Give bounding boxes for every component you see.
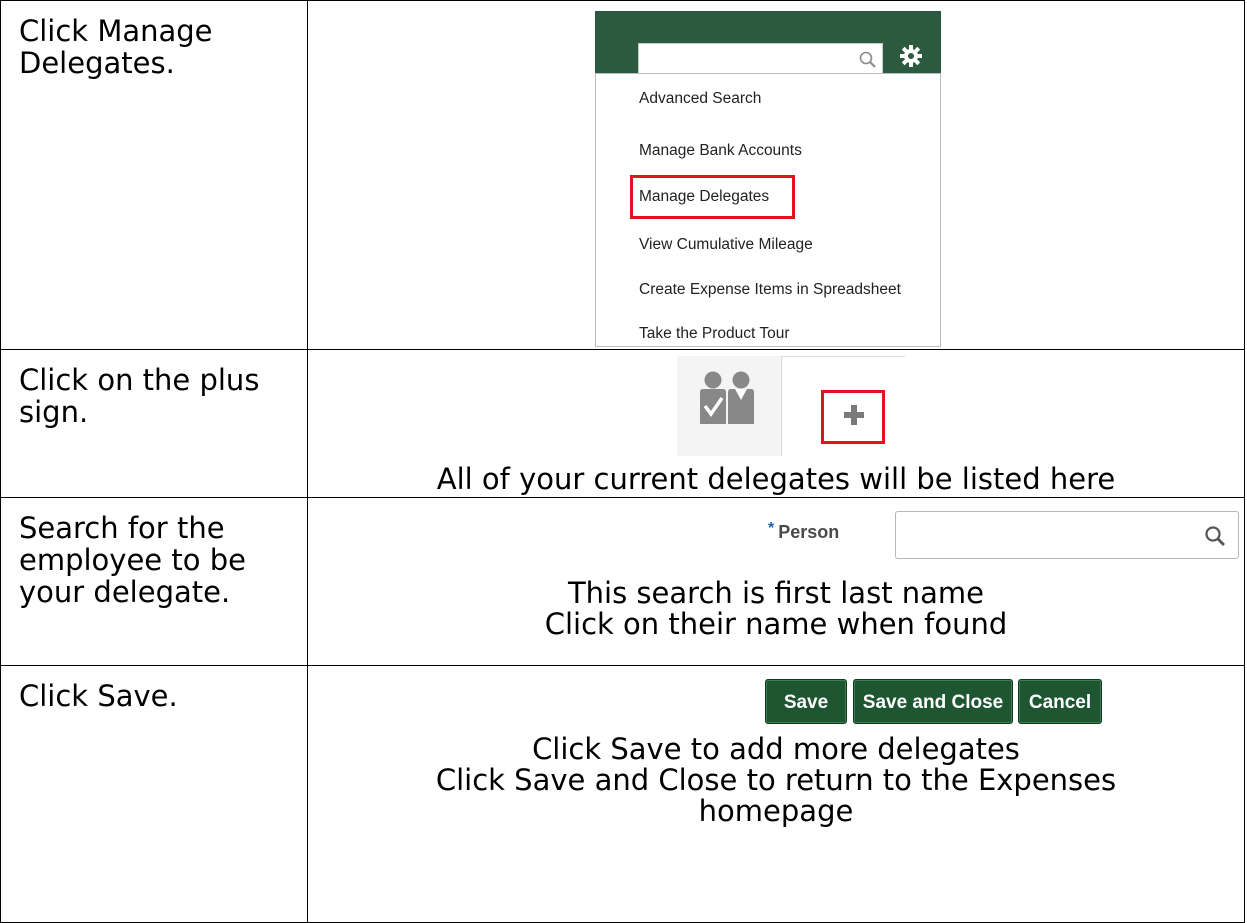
header-search-input[interactable]	[638, 43, 883, 77]
menu-item-advanced-search[interactable]: Advanced Search	[639, 90, 761, 108]
search-icon[interactable]	[1204, 525, 1226, 547]
step-row-4: Click Save. Save Save and Close Cancel C…	[0, 665, 1245, 923]
menu-item-create-expense-items[interactable]: Create Expense Items in Spreadsheet	[639, 281, 901, 299]
person-label-text: Person	[778, 522, 840, 542]
search-icon[interactable]	[858, 50, 878, 70]
menu-item-manage-bank-accounts[interactable]: Manage Bank Accounts	[639, 142, 802, 160]
settings-menu-screenshot: Advanced Search Manage Bank Accounts Man…	[595, 11, 941, 347]
step-2-caption: All of your current delegates will be li…	[436, 462, 1116, 496]
step-4-caption-line-3: homepage	[698, 794, 854, 828]
step-3-caption-line-2: Click on their name when found	[544, 607, 1008, 641]
delegates-people-icon	[700, 371, 754, 424]
add-delegate-button[interactable]	[821, 390, 885, 444]
step-1-visual: Advanced Search Manage Bank Accounts Man…	[307, 0, 1245, 350]
person-search-input[interactable]	[895, 511, 1239, 559]
instructions-table: Click Manage Delegates. Advanced Search …	[0, 0, 1245, 923]
delegates-card	[677, 356, 782, 456]
step-2-visual: All of your current delegates will be li…	[307, 349, 1245, 498]
step-2-instruction: Click on the plus sign.	[0, 349, 308, 498]
step-1-instruction: Click Manage Delegates.	[0, 0, 308, 350]
required-marker: *	[768, 520, 775, 537]
step-row-3: Search for the employee to be your deleg…	[0, 497, 1245, 666]
step-4-visual: Save Save and Close Cancel Click Save to…	[307, 665, 1245, 923]
step-4-caption-line-1: Click Save to add more delegates	[532, 732, 1020, 766]
step-row-2: Click on the plus sign. All of your curr…	[0, 349, 1245, 498]
step-3-visual: * Person This search is first last name C…	[307, 497, 1245, 666]
delegates-card-divider	[781, 356, 905, 357]
person-field-label: * Person	[768, 520, 840, 543]
save-button[interactable]: Save	[765, 679, 847, 724]
step-3-instruction: Search for the employee to be your deleg…	[0, 497, 308, 666]
step-3-caption-line-1: This search is first last name	[567, 576, 985, 610]
step-4-caption-line-2: Click Save and Close to return to the Ex…	[435, 763, 1117, 797]
menu-item-view-cumulative-mileage[interactable]: View Cumulative Mileage	[639, 236, 813, 254]
cancel-button[interactable]: Cancel	[1018, 679, 1102, 724]
settings-dropdown-menu: Advanced Search Manage Bank Accounts Man…	[595, 73, 941, 347]
save-and-close-button[interactable]: Save and Close	[853, 679, 1013, 724]
gear-icon[interactable]	[899, 44, 923, 68]
step-4-instruction: Click Save.	[0, 665, 308, 923]
step-row-1: Click Manage Delegates. Advanced Search …	[0, 0, 1245, 350]
highlight-box-manage-delegates	[630, 175, 795, 219]
plus-icon[interactable]	[844, 405, 864, 425]
menu-item-product-tour[interactable]: Take the Product Tour	[639, 325, 790, 343]
